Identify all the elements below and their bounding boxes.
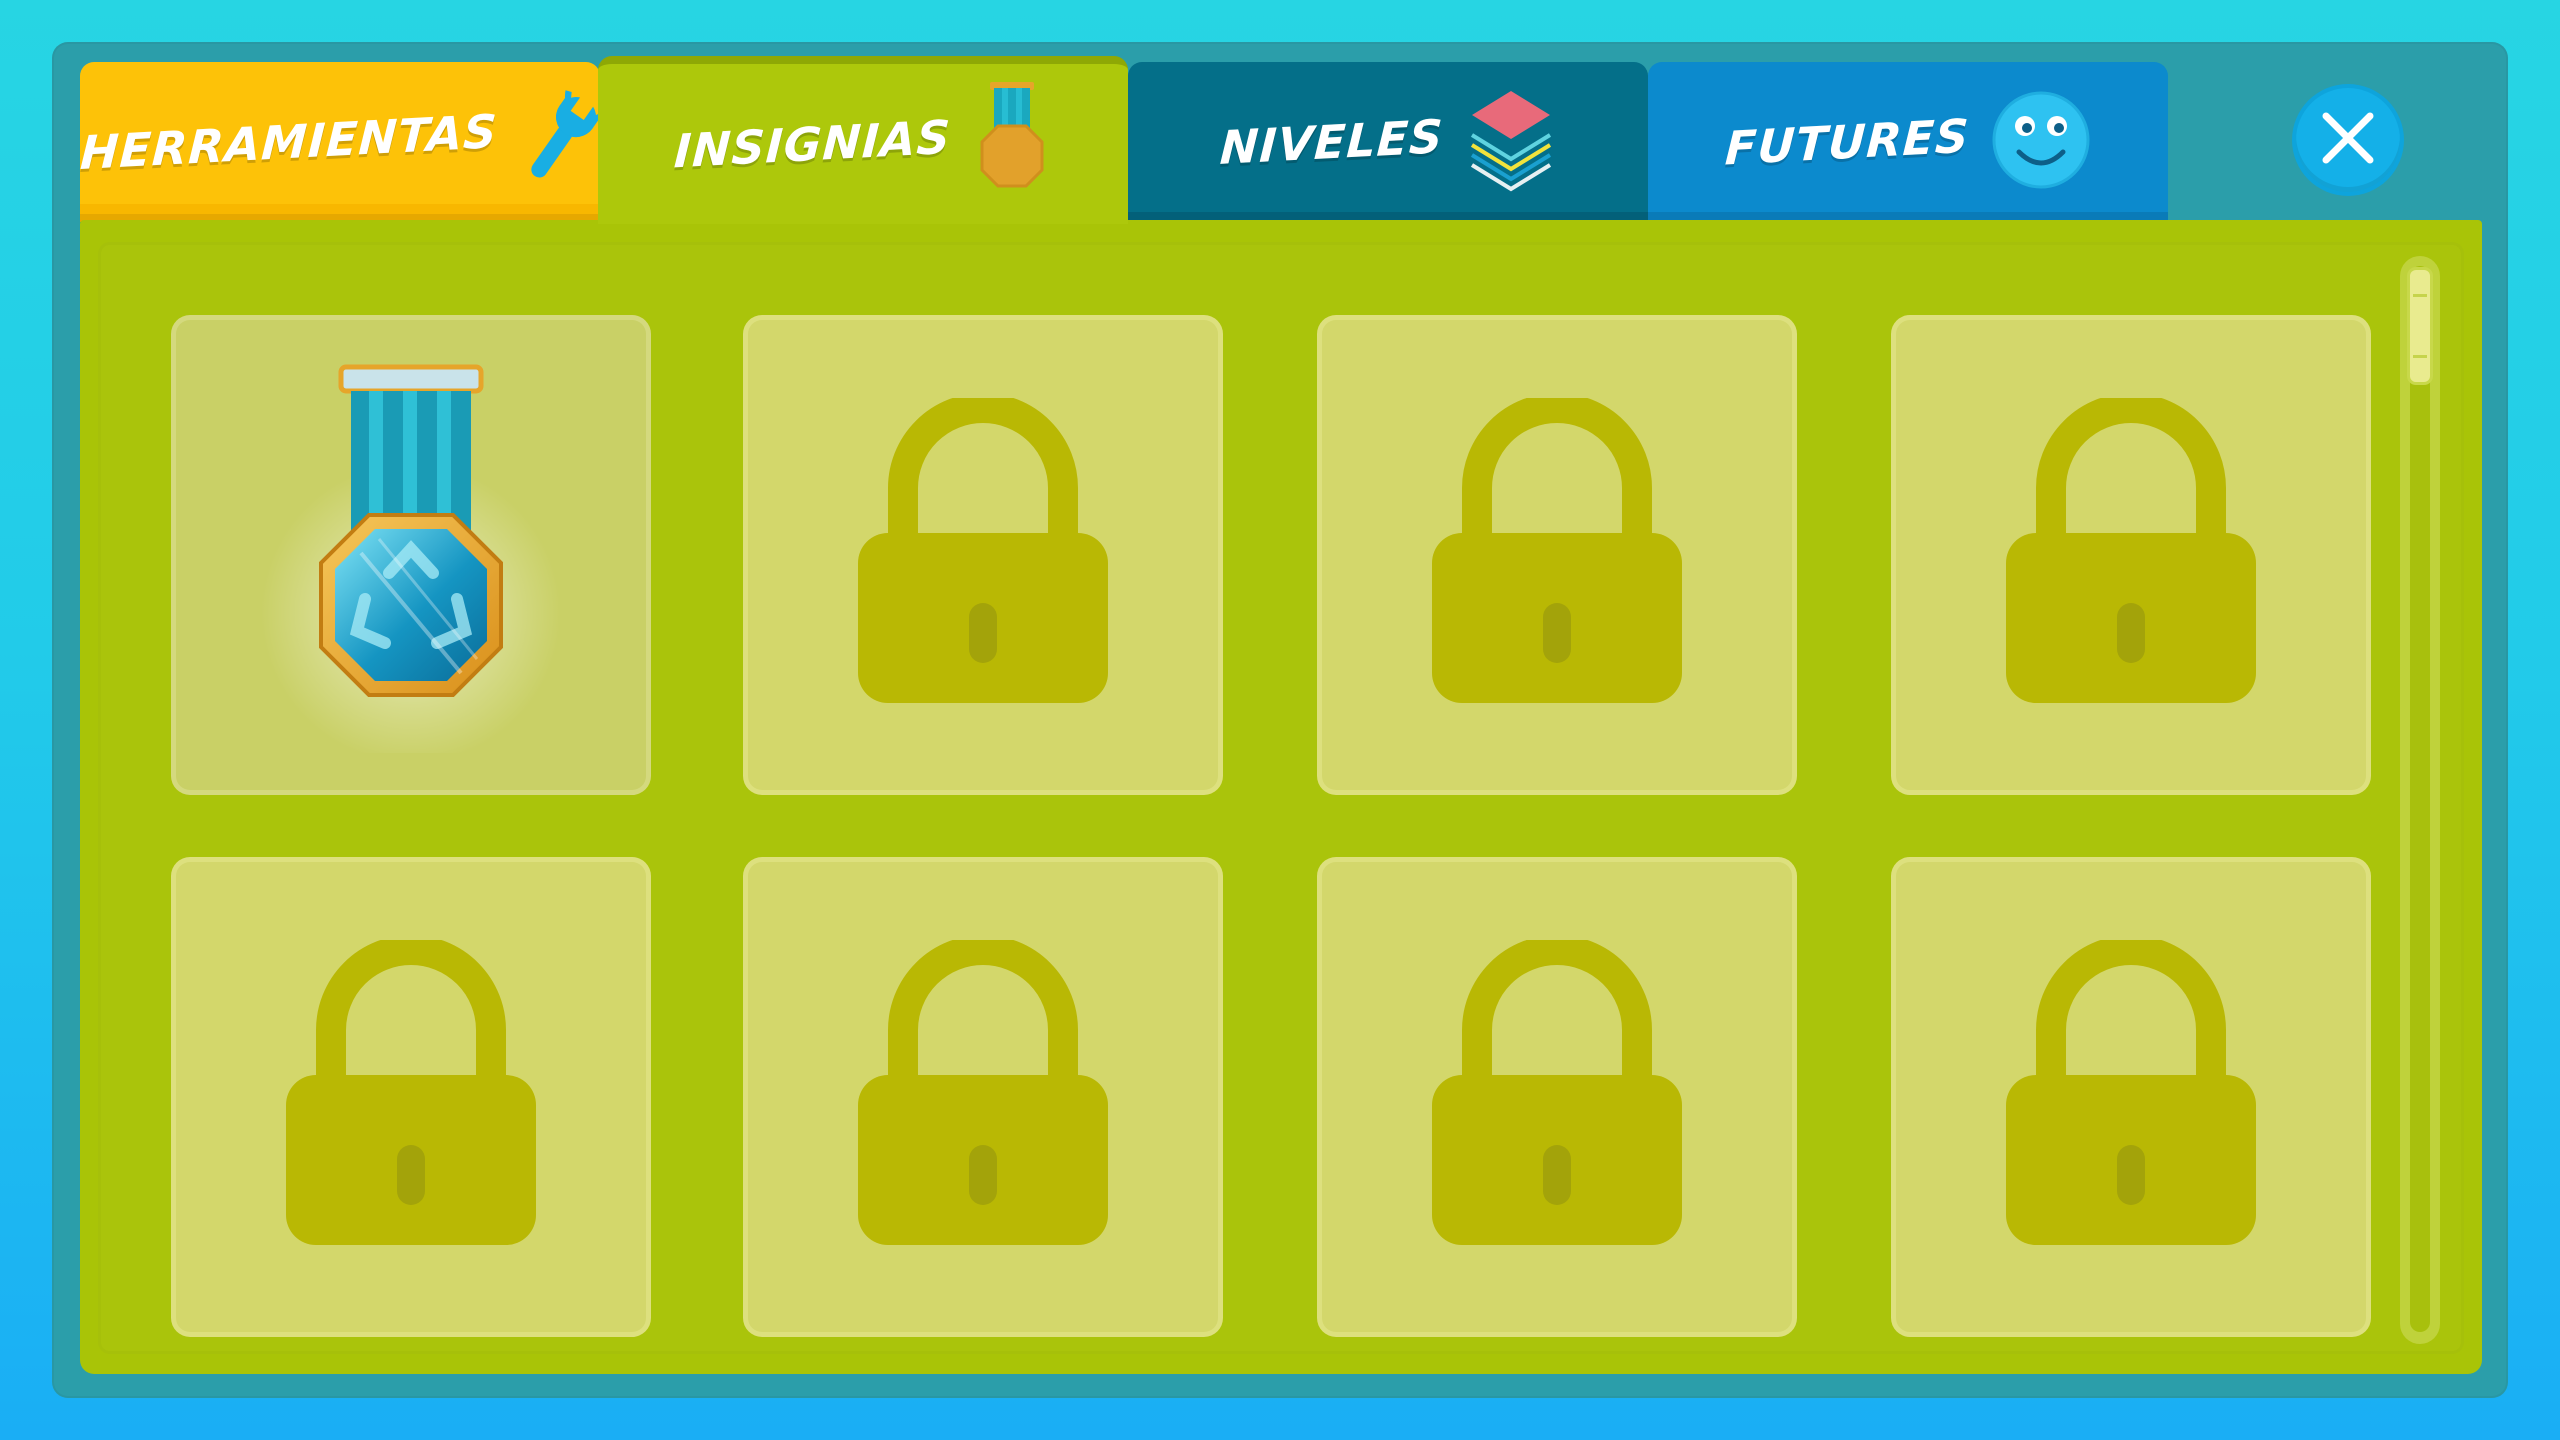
smiley-icon (1991, 90, 2091, 194)
layers-icon (1466, 85, 1556, 199)
badge-slot-8[interactable] (1896, 862, 2366, 1332)
wrench-icon (520, 90, 605, 194)
badge-slot-4[interactable] (1896, 320, 2366, 790)
badge-slot-1[interactable] (176, 320, 646, 790)
tab-futures[interactable]: FUTURES (1648, 62, 2168, 222)
lock-icon (1427, 935, 1687, 1254)
scrollbar[interactable] (2400, 256, 2440, 1344)
badge-slot-5[interactable] (176, 862, 646, 1332)
badge-slot-2[interactable] (748, 320, 1218, 790)
badges-panel (80, 220, 2482, 1374)
lock-icon (1427, 393, 1687, 712)
lock-icon (2001, 393, 2261, 712)
tab-insignias-label: INSIGNIAS (672, 109, 952, 179)
badge-slot-3[interactable] (1322, 320, 1792, 790)
medal-icon (972, 82, 1052, 206)
tab-herramientas-label: HERRAMIENTAS (79, 103, 499, 181)
lock-icon (2001, 935, 2261, 1254)
lock-icon (853, 935, 1113, 1254)
badge-slot-7[interactable] (1322, 862, 1792, 1332)
scrollbar-track (2410, 266, 2430, 1332)
close-icon (2318, 108, 2378, 172)
tab-niveles[interactable]: NIVELES (1128, 62, 1648, 222)
tab-futures-label: FUTURES (1723, 108, 1971, 176)
tab-insignias[interactable]: INSIGNIAS (598, 56, 1128, 224)
recycle-medal-icon (251, 353, 571, 763)
badge-slot-6[interactable] (748, 862, 1218, 1332)
badges-panel-inner (98, 242, 2464, 1354)
tab-niveles-label: NIVELES (1218, 109, 1446, 175)
scrollbar-thumb[interactable] (2410, 270, 2430, 382)
lock-icon (853, 393, 1113, 712)
lock-icon (281, 935, 541, 1254)
tab-herramientas[interactable]: HERRAMIENTAS (79, 62, 605, 222)
close-button[interactable] (2296, 88, 2400, 192)
